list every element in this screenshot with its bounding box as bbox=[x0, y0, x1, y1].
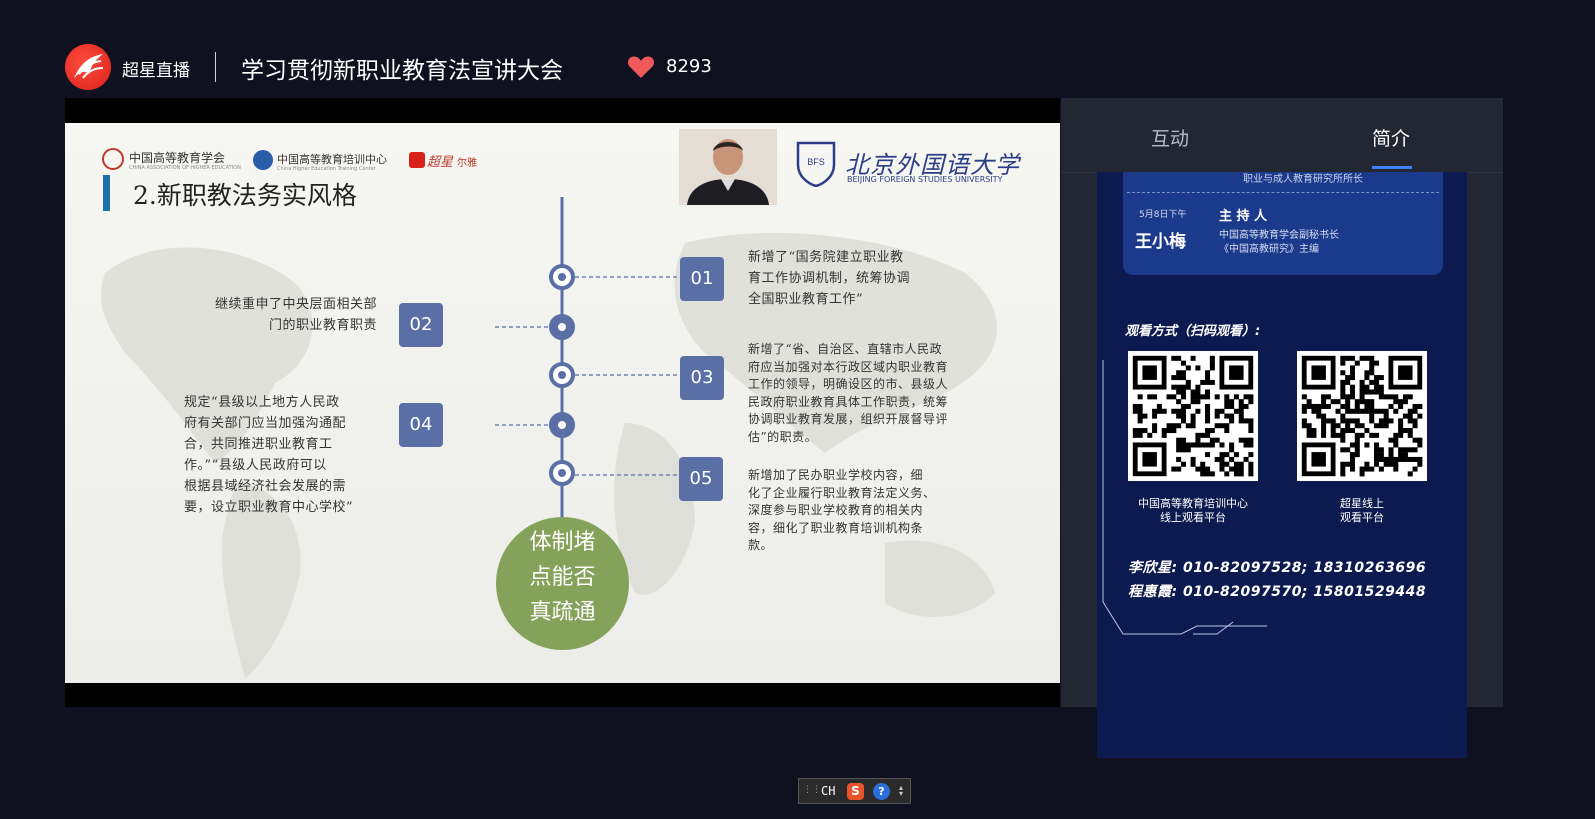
qr-code-chaoxing[interactable] bbox=[1297, 351, 1427, 481]
event-title: 学习贯彻新职业教育法宣讲大会 bbox=[241, 58, 563, 84]
timeline-box-03: 03 bbox=[680, 356, 724, 400]
brand-name: 超星直播 bbox=[122, 61, 190, 81]
heart-icon[interactable] bbox=[627, 55, 655, 83]
sogou-icon[interactable]: S bbox=[847, 783, 864, 800]
help-icon[interactable]: ? bbox=[873, 783, 890, 800]
chaoxing-logo-icon[interactable] bbox=[65, 44, 111, 90]
like-count: 8293 bbox=[666, 56, 712, 77]
drag-handle-icon[interactable]: ⋮⋮ bbox=[803, 785, 821, 795]
timeline-box-04: 04 bbox=[399, 403, 443, 447]
header: 超星直播 学习贯彻新职业教育法宣讲大会 8293 bbox=[65, 44, 965, 92]
timeline-box-05: 05 bbox=[679, 457, 723, 501]
item-03-text: 新增了“省、自治区、直辖市人民政 府应当加强对本行政区域内职业教育 工作的领导，明确… bbox=[748, 342, 949, 444]
contact-line-1: 李欣星: 010-82097528; 18310263696 bbox=[1128, 560, 1427, 576]
side-panel: 互动 简介 职业与成人教育研究所所长 5月8日下午 王小梅 主 持 人 中国高等… bbox=[1061, 98, 1503, 758]
contact-line-2: 程惠霞: 010-82097570; 15801529448 bbox=[1128, 584, 1427, 600]
panel-tabs: 互动 简介 bbox=[1061, 98, 1503, 173]
intro-poster[interactable]: 职业与成人教育研究所所长 5月8日下午 王小梅 主 持 人 中国高等教育学会副秘… bbox=[1097, 172, 1467, 758]
presentation-slide: 中国高等教育学会 CHINA ASSOCIATION OF HIGHER EDU… bbox=[65, 123, 1060, 683]
qr-caption-chetc: 中国高等教育培训中心 线上观看平台 bbox=[1138, 497, 1248, 524]
active-tab-indicator bbox=[1372, 166, 1412, 169]
timeline-box-01: 01 bbox=[680, 257, 724, 301]
qr-code-chetc[interactable] bbox=[1128, 351, 1258, 481]
options-arrow-icon[interactable]: ▴ ▾ bbox=[899, 784, 903, 798]
tab-intro[interactable]: 简介 bbox=[1372, 124, 1410, 151]
ime-toolbar[interactable]: ⋮⋮ CH S ? ▴ ▾ bbox=[798, 778, 911, 804]
tab-interact[interactable]: 互动 bbox=[1151, 124, 1189, 151]
video-player[interactable]: 中国高等教育学会 CHINA ASSOCIATION OF HIGHER EDU… bbox=[65, 98, 1060, 707]
ime-language[interactable]: CH bbox=[821, 784, 835, 798]
conclusion-circle: 体制堵 点能否 真疏通 bbox=[496, 517, 629, 650]
item-04-text: 规定“县级以上地方人民政 府有关部门应当加强沟通配 合，共同推进职业教育工 作。”“… bbox=[184, 395, 354, 515]
item-05-text: 新增加了民办职业学校内容，细 化了企业履行职业教育法定义务、 深度参与职业学校教育的… bbox=[748, 468, 936, 553]
timeline-box-02: 02 bbox=[399, 303, 443, 347]
header-divider bbox=[215, 52, 216, 82]
item-01-text: 新增了“国务院建立职业教 育工作协调机制，统筹协调 全国职业教育工作” bbox=[748, 250, 911, 307]
qr-caption-chaoxing: 超星线上 观看平台 bbox=[1340, 497, 1384, 524]
item-02-text: 继续重申了中央层面相关部 门的职业教育职责 bbox=[214, 297, 377, 333]
